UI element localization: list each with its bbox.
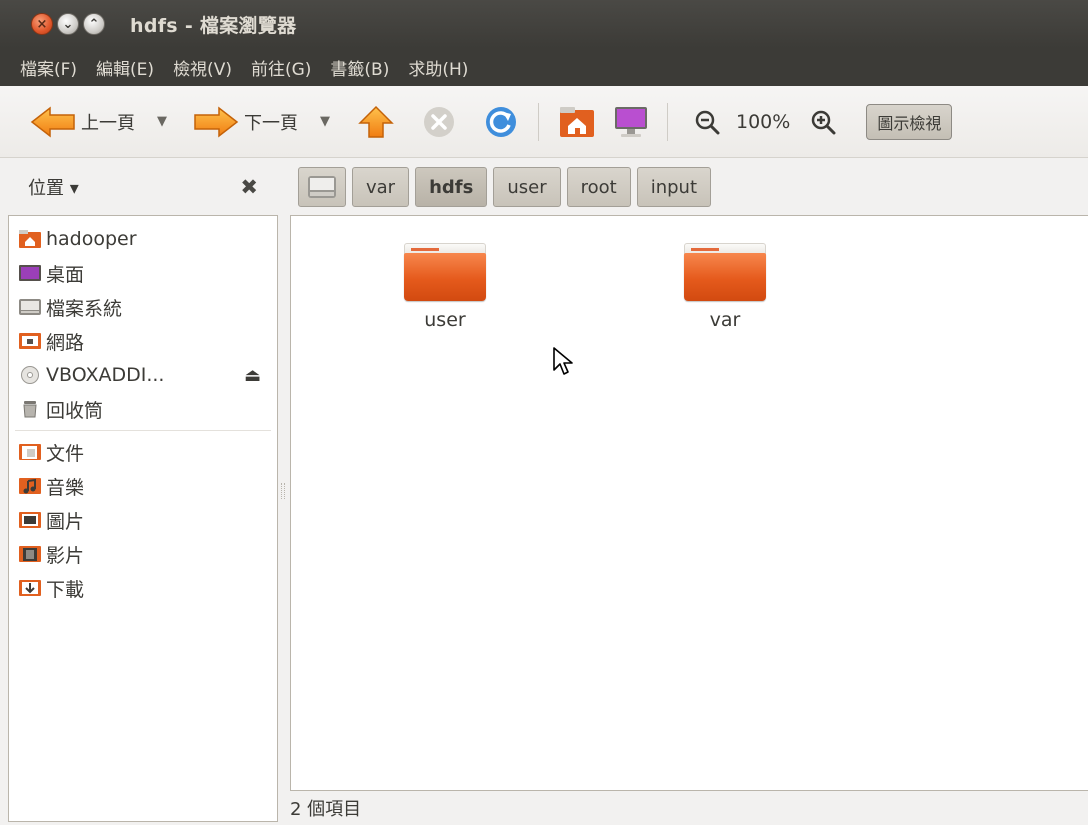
cdrom-icon xyxy=(21,366,39,384)
crumb-user[interactable]: user xyxy=(493,167,561,207)
sidebar-item-documents[interactable]: 文件 xyxy=(9,435,277,469)
mouse-pointer-icon xyxy=(553,347,573,375)
back-arrow-icon xyxy=(30,105,75,138)
places-dropdown[interactable]: 位置 ▾ xyxy=(28,174,79,200)
window-title: hdfs - 檔案瀏覽器 xyxy=(130,14,297,37)
file-view[interactable]: user var xyxy=(290,215,1088,791)
sidebar-item-home[interactable]: hadooper xyxy=(9,222,277,256)
sidebar-item-label: 音樂 xyxy=(46,476,85,499)
close-window-button[interactable]: × xyxy=(31,13,53,35)
home-folder-icon xyxy=(19,230,41,248)
folder-icon xyxy=(404,243,486,301)
menu-bookmarks[interactable]: 書籤(B) xyxy=(330,55,389,80)
sidebar-item-network[interactable]: 網路 xyxy=(9,324,277,358)
disk-drive-icon xyxy=(308,176,336,198)
path-bar: var hdfs user root input xyxy=(298,167,712,207)
sidebar-item-label: 檔案系統 xyxy=(46,297,123,320)
file-item-var[interactable]: var xyxy=(660,243,790,331)
item-count: 2 個項目 xyxy=(290,799,362,820)
menu-go[interactable]: 前往(G) xyxy=(251,55,311,80)
stop-icon[interactable] xyxy=(422,105,456,139)
sidebar-header: 位置 ▾ ✖ xyxy=(0,158,278,215)
menu-help[interactable]: 求助(H) xyxy=(408,55,468,80)
maximize-window-button[interactable]: ⌃ xyxy=(83,13,105,35)
downloads-folder-icon xyxy=(19,580,41,596)
up-arrow-icon[interactable] xyxy=(358,105,394,139)
sidebar-item-label: 桌面 xyxy=(46,263,85,286)
close-sidebar-icon[interactable]: ✖ xyxy=(240,175,258,199)
status-bar: 2 個項目 xyxy=(290,791,361,825)
sidebar-item-desktop[interactable]: 桌面 xyxy=(9,256,277,290)
zoom-out-icon[interactable] xyxy=(694,109,720,135)
sidebar-item-label: 回收筒 xyxy=(46,399,104,422)
menu-view[interactable]: 檢視(V) xyxy=(173,55,232,80)
file-label: var xyxy=(709,309,741,331)
forward-button[interactable]: 下一頁 xyxy=(193,105,298,138)
menu-edit[interactable]: 編輯(E) xyxy=(96,55,154,80)
crumb-filesystem-root[interactable] xyxy=(298,167,346,207)
window-controls: × ⌄ ⌃ xyxy=(31,13,105,35)
forward-history-dropdown[interactable]: ▼ xyxy=(320,114,330,129)
minimize-window-button[interactable]: ⌄ xyxy=(57,13,79,35)
home-folder-icon[interactable] xyxy=(559,106,595,138)
sidebar-item-videos[interactable]: 影片 xyxy=(9,537,277,571)
sidebar-item-label: 圖片 xyxy=(46,510,85,533)
videos-folder-icon xyxy=(19,546,41,562)
sidebar-item-label: 網路 xyxy=(46,331,85,354)
music-folder-icon xyxy=(19,478,41,494)
file-label: user xyxy=(424,309,466,331)
crumb-var[interactable]: var xyxy=(352,167,410,207)
sidebar-places: hadooper 桌面 檔案系統 網路 VBOXADDI... ⏏ 回收筒 文件… xyxy=(8,215,278,822)
file-item-user[interactable]: user xyxy=(380,243,510,331)
filesystem-icon xyxy=(19,299,41,315)
trash-icon xyxy=(23,401,37,418)
crumb-hdfs[interactable]: hdfs xyxy=(415,167,488,207)
back-label: 上一頁 xyxy=(81,112,135,134)
menu-file[interactable]: 檔案(F) xyxy=(20,55,77,80)
crumb-root[interactable]: root xyxy=(566,167,631,207)
reload-icon[interactable] xyxy=(484,105,518,139)
sidebar-item-label: VBOXADDI... xyxy=(46,364,165,386)
sidebar-item-trash[interactable]: 回收筒 xyxy=(9,392,277,426)
menu-bar: 檔案(F) 編輯(E) 檢視(V) 前往(G) 書籤(B) 求助(H) xyxy=(0,48,1088,86)
sidebar-divider xyxy=(15,430,271,431)
sidebar-item-label: 下載 xyxy=(46,578,85,601)
sidebar-item-downloads[interactable]: 下載 xyxy=(9,571,277,605)
documents-folder-icon xyxy=(19,444,41,460)
toolbar-separator xyxy=(538,102,539,141)
sidebar-item-label: hadooper xyxy=(46,228,137,250)
sidebar-item-filesystem[interactable]: 檔案系統 xyxy=(9,290,277,324)
eject-icon[interactable]: ⏏ xyxy=(244,365,261,386)
pane-resize-handle[interactable] xyxy=(281,483,285,499)
toolbar-separator xyxy=(667,102,668,141)
toolbar: 上一頁 ▼ 下一頁 ▼ 100% 圖示檢視 xyxy=(0,86,1088,158)
crumb-input[interactable]: input xyxy=(636,167,712,207)
sidebar-item-label: 影片 xyxy=(46,544,85,567)
pictures-folder-icon xyxy=(19,512,41,528)
back-button[interactable]: 上一頁 xyxy=(30,105,135,138)
sidebar-item-cdrom[interactable]: VBOXADDI... ⏏ xyxy=(9,358,277,392)
sidebar-item-pictures[interactable]: 圖片 xyxy=(9,503,277,537)
forward-label: 下一頁 xyxy=(244,112,298,134)
folder-icon xyxy=(684,243,766,301)
back-history-dropdown[interactable]: ▼ xyxy=(157,114,167,129)
view-mode-button[interactable]: 圖示檢視 xyxy=(866,103,953,140)
sidebar-item-music[interactable]: 音樂 xyxy=(9,469,277,503)
sidebar-item-label: 文件 xyxy=(46,442,85,465)
network-icon xyxy=(19,333,41,349)
desktop-icon xyxy=(19,265,41,281)
computer-icon[interactable] xyxy=(613,105,649,139)
zoom-in-icon[interactable] xyxy=(810,109,836,135)
title-bar: × ⌄ ⌃ hdfs - 檔案瀏覽器 xyxy=(0,0,1088,48)
zoom-level: 100% xyxy=(736,110,791,133)
forward-arrow-icon xyxy=(194,105,239,138)
